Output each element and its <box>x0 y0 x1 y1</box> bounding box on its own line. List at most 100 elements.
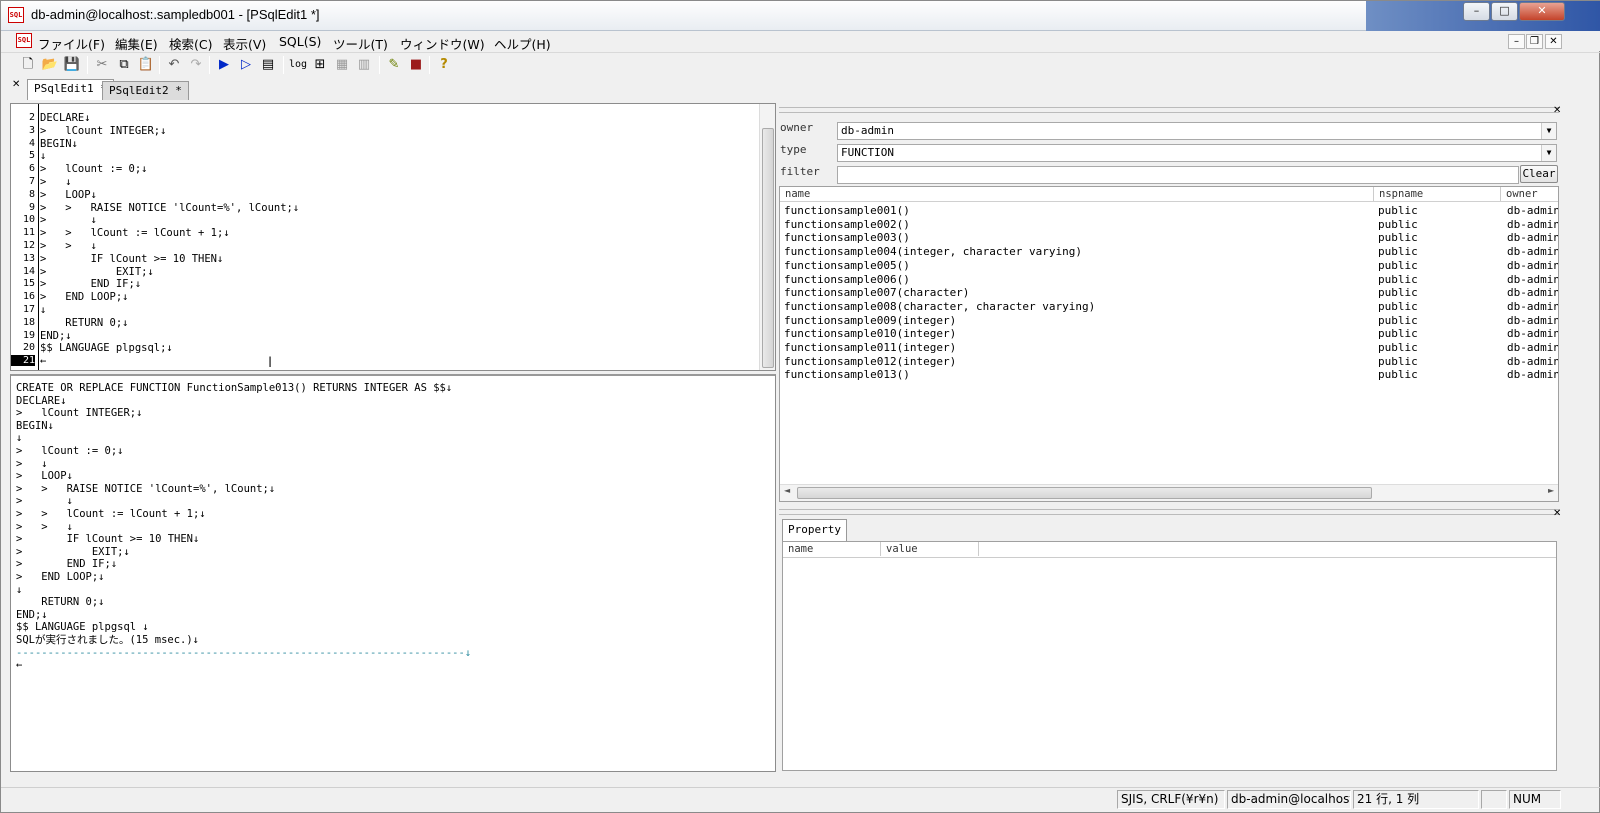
new-file-icon[interactable]: 🗋 <box>19 56 37 74</box>
object-list[interactable]: name nspname owner functionsample001() pu… <box>779 186 1559 502</box>
object-nspname-cell: public <box>1378 217 1418 231</box>
chevron-down-icon[interactable]: ▼ <box>1541 123 1556 139</box>
editor-content[interactable]: 2 DECLARE↓ 3 > lCount INTEGER;↓ 4 BEGIN↓ 5 ↓ 6 > … <box>11 112 751 370</box>
clear-button[interactable]: Clear <box>1520 165 1558 183</box>
object-owner-cell: db-admin <box>1507 204 1558 217</box>
code-line: > lCount INTEGER;↓ <box>40 124 167 137</box>
tab-psqledit2[interactable]: PSqlEdit2 * <box>102 81 189 100</box>
line-number: 21 <box>11 355 35 367</box>
undo-icon[interactable]: ↶ <box>165 56 183 74</box>
open-folder-icon[interactable]: 📂 <box>41 56 59 74</box>
object-name-cell: functionsample001() <box>784 204 910 217</box>
mdi-minimize-button[interactable]: – <box>1508 34 1525 49</box>
type-select[interactable]: FUNCTION ▼ <box>837 144 1557 162</box>
minimize-button[interactable]: – <box>1463 2 1490 21</box>
output-line: > IF lCount >= 10 THEN↓ <box>16 533 200 546</box>
object-row[interactable]: functionsample013() public db-admin <box>780 368 1558 382</box>
sql-output[interactable]: CREATE OR REPLACE FUNCTION FunctionSampl… <box>10 374 776 772</box>
mdi-doc-icon[interactable]: SQL <box>16 33 32 48</box>
object-row[interactable]: functionsample003() public db-admin <box>780 231 1558 245</box>
object-list-header: name nspname owner <box>780 187 1558 202</box>
column-header-name[interactable]: name <box>780 187 1374 201</box>
line-number: 15 <box>22 278 35 290</box>
object-row[interactable]: functionsample006() public db-admin <box>780 273 1558 287</box>
object-row[interactable]: functionsample011(integer) public db-admin <box>780 341 1558 355</box>
tab-property[interactable]: Property <box>782 519 847 541</box>
code-line: DECLARE↓ <box>40 112 91 124</box>
output-line: BEGIN↓ <box>16 419 54 432</box>
redo-icon[interactable]: ↷ <box>187 56 205 74</box>
object-list-hscrollbar[interactable]: ◄ ► <box>780 484 1558 501</box>
copy-icon[interactable]: ⧉ <box>115 56 133 74</box>
output-line: > lCount INTEGER;↓ <box>16 407 143 420</box>
property-panel-close-icon[interactable]: ✕ <box>1553 508 1561 519</box>
mdi-close-button[interactable]: ✕ <box>1545 34 1562 49</box>
object-row[interactable]: functionsample004(integer, character var… <box>780 245 1558 259</box>
owner-select[interactable]: db-admin ▼ <box>837 122 1557 140</box>
object-row[interactable]: functionsample010(integer) public db-admin <box>780 327 1558 341</box>
toolbar-separator <box>87 56 88 74</box>
column-header-owner[interactable]: owner <box>1501 187 1558 201</box>
editor-scrollbar-thumb[interactable] <box>762 128 774 368</box>
menu-tools[interactable]: ツール(T) <box>333 34 388 53</box>
save-icon[interactable]: 💾 <box>63 56 81 74</box>
menu-window[interactable]: ウィンドウ(W) <box>400 34 485 53</box>
text-view-icon[interactable]: ▥ <box>355 56 373 74</box>
property-list-header: name value <box>783 542 1556 558</box>
toolbar: 🗋 📂 💾 ✂ ⧉ 📋 ↶ ↷ ▶ ▷ ▤ log ⊞ ▦ ▥ ✎ ■ ? <box>1 52 1600 76</box>
scroll-left-icon[interactable]: ◄ <box>784 486 790 495</box>
grid-view-icon[interactable]: ▦ <box>333 56 351 74</box>
maximize-button[interactable]: □ <box>1491 2 1518 21</box>
tab-psqledit1[interactable]: PSqlEdit1 * <box>27 79 114 100</box>
line-number: 7 <box>28 176 35 187</box>
object-name-cell: functionsample002() <box>784 217 910 231</box>
grid-icon[interactable]: ⊞ <box>311 56 329 74</box>
line-number: 12 <box>22 240 35 251</box>
column-header-nspname[interactable]: nspname <box>1374 187 1501 201</box>
owner-value: db-admin <box>841 124 894 137</box>
filter-input[interactable] <box>837 166 1519 184</box>
menu-file[interactable]: ファイル(F) <box>38 34 105 53</box>
cut-icon[interactable]: ✂ <box>93 56 111 74</box>
run-selection-icon[interactable]: ▷ <box>237 56 255 74</box>
menu-help[interactable]: ヘルプ(H) <box>494 34 551 53</box>
object-nspname-cell: public <box>1378 327 1418 341</box>
menu-search[interactable]: 検索(C) <box>169 34 212 53</box>
editor-scrollbar[interactable] <box>759 104 775 370</box>
object-row[interactable]: functionsample012(integer) public db-admin <box>780 355 1558 369</box>
menu-view[interactable]: 表示(V) <box>223 34 266 53</box>
object-row[interactable]: functionsample002() public db-admin <box>780 218 1558 232</box>
object-row[interactable]: functionsample005() public db-admin <box>780 259 1558 273</box>
explain-icon[interactable]: ▤ <box>259 56 277 74</box>
line-number: 17 <box>22 304 35 315</box>
close-tab-icon[interactable]: ✕ <box>12 79 20 90</box>
object-browser-grip[interactable] <box>779 107 1559 113</box>
sql-editor[interactable]: 2 DECLARE↓ 3 > lCount INTEGER;↓ 4 BEGIN↓ 5 ↓ 6 > … <box>10 103 776 371</box>
paste-icon[interactable]: 📋 <box>137 56 155 74</box>
menu-edit[interactable]: 編集(E) <box>115 34 158 53</box>
object-browser-close-icon[interactable]: ✕ <box>1553 105 1561 116</box>
chevron-down-icon[interactable]: ▼ <box>1541 145 1556 161</box>
line-number: 20 <box>22 342 35 354</box>
code-line: $$ LANGUAGE plpgsql;↓ <box>40 342 173 355</box>
property-panel-grip[interactable] <box>779 509 1559 515</box>
column-header-prop-value[interactable]: value <box>881 542 979 556</box>
run-icon[interactable]: ▶ <box>215 56 233 74</box>
app-window: SQL db-admin@localhost:.sampledb001 - [P… <box>0 0 1600 813</box>
scroll-right-icon[interactable]: ► <box>1548 486 1554 495</box>
object-row[interactable]: functionsample008(character, character v… <box>780 300 1558 314</box>
log-icon[interactable]: log <box>289 56 307 74</box>
property-list[interactable]: name value <box>782 541 1557 771</box>
help-icon[interactable]: ? <box>435 56 453 74</box>
column-header-prop-name[interactable]: name <box>783 542 881 556</box>
object-owner-cell: db-admin <box>1507 299 1558 313</box>
pencil-icon[interactable]: ✎ <box>385 56 403 74</box>
book-icon[interactable]: ■ <box>407 56 425 74</box>
object-list-hscroll-thumb[interactable] <box>797 487 1372 499</box>
object-row[interactable]: functionsample009(integer) public db-admin <box>780 314 1558 328</box>
mdi-restore-button[interactable]: ❐ <box>1526 34 1543 49</box>
object-row[interactable]: functionsample001() public db-admin <box>780 204 1558 218</box>
object-row[interactable]: functionsample007(character) public db-adm… <box>780 286 1558 300</box>
close-button[interactable]: ✕ <box>1519 2 1565 21</box>
menu-sql[interactable]: SQL(S) <box>279 34 321 49</box>
